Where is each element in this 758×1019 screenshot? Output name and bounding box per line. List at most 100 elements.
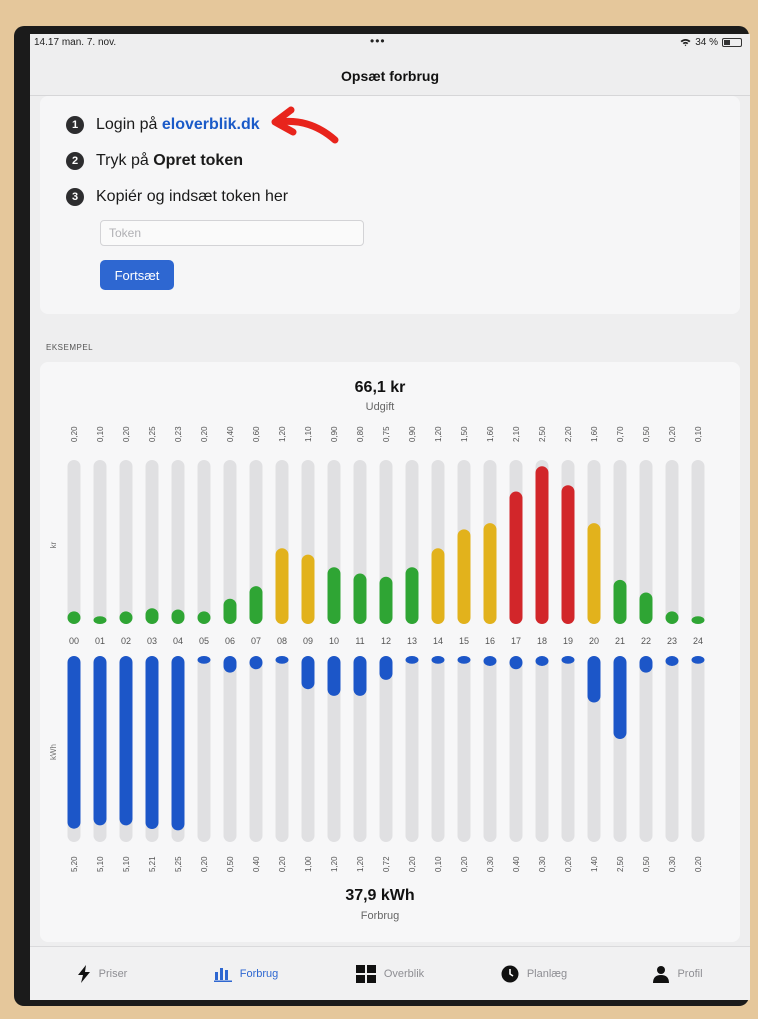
cost-value-label: 2,10 <box>512 426 521 442</box>
usage-bar-track <box>431 656 445 842</box>
cost-bar <box>197 611 211 624</box>
battery-icon <box>722 38 742 47</box>
usage-total: 37,9 kWh <box>345 887 414 904</box>
usage-value-label: 0,30 <box>486 856 495 872</box>
cost-value-label: 0,90 <box>408 426 417 442</box>
hour-label: 06 <box>225 636 235 646</box>
cost-value-label: 0,70 <box>616 426 625 442</box>
screen: 14.17 man. 7. nov. ••• 34 % Opsæt forbru… <box>30 34 750 1000</box>
usage-cost-chart: 66,1 kr Udgift kr kWh 00 0,20 5,20 01 0,10 5,… <box>49 379 705 922</box>
tab-profil[interactable]: Profil <box>606 947 750 1000</box>
cost-bar <box>223 598 237 624</box>
usage-value-label: 5,10 <box>122 856 131 872</box>
tab-forbrug[interactable]: Forbrug <box>174 947 318 1000</box>
hour-label: 00 <box>69 636 79 646</box>
usage-value-label: 0,20 <box>460 856 469 872</box>
usage-bar <box>613 656 627 740</box>
step-3: 3 Kopiér og indsæt token her <box>66 188 288 206</box>
usage-axis-label: kWh <box>49 744 58 760</box>
step-number: 3 <box>66 188 84 206</box>
step-text: Login på <box>96 116 162 133</box>
cost-value-label: 0,20 <box>122 426 131 442</box>
usage-value-label: 0,20 <box>278 856 287 872</box>
usage-bar <box>379 656 393 680</box>
usage-value-label: 5,20 <box>70 856 79 872</box>
cost-bar-track <box>145 460 159 624</box>
hour-label: 19 <box>563 636 573 646</box>
bolt-icon <box>77 964 91 983</box>
usage-bar <box>249 656 263 670</box>
cost-bar <box>327 567 341 624</box>
usage-value-label: 1,20 <box>356 856 365 872</box>
cost-value-label: 1,20 <box>278 426 287 442</box>
bar-chart-icon <box>213 966 232 982</box>
hour-label: 20 <box>589 636 599 646</box>
cost-bar-track <box>665 460 679 624</box>
cost-value-label: 0,90 <box>330 426 339 442</box>
tab-overblik[interactable]: Overblik <box>318 947 462 1000</box>
tab-priser[interactable]: Priser <box>30 947 174 1000</box>
hour-label: 16 <box>485 636 495 646</box>
cost-bar-track <box>93 460 107 624</box>
hour-label: 07 <box>251 636 261 646</box>
usage-value-label: 0,50 <box>226 856 235 872</box>
hour-label: 08 <box>277 636 287 646</box>
continue-button[interactable]: Fortsæt <box>100 260 174 290</box>
cost-bar <box>353 573 367 624</box>
tab-label: Overblik <box>383 967 425 980</box>
token-input[interactable] <box>100 220 364 246</box>
cost-bar <box>639 592 653 624</box>
usage-value-label: 0,10 <box>434 856 443 872</box>
multitask-dots[interactable]: ••• <box>370 34 386 48</box>
cost-bar <box>301 554 315 624</box>
usage-bar <box>405 656 419 664</box>
cost-bar <box>145 608 159 624</box>
usage-value-label: 5,10 <box>96 856 105 872</box>
usage-bar <box>509 656 523 670</box>
cost-caption: Udgift <box>366 401 395 413</box>
usage-bar-track <box>509 656 523 842</box>
hour-label: 12 <box>381 636 391 646</box>
clock-icon <box>501 965 519 983</box>
cost-bar <box>613 579 627 624</box>
tab-planlæg[interactable]: Planlæg <box>462 947 606 1000</box>
usage-value-label: 0,30 <box>538 856 547 872</box>
cost-bar-track <box>119 460 133 624</box>
usage-value-label: 1,40 <box>590 856 599 872</box>
usage-value-label: 0,20 <box>200 856 209 872</box>
usage-bar <box>275 656 289 664</box>
cost-bar <box>483 523 497 624</box>
usage-bar-track <box>379 656 393 842</box>
usage-bar-track <box>561 656 575 842</box>
hour-label: 03 <box>147 636 157 646</box>
usage-bar <box>665 656 679 666</box>
grid-icon <box>355 964 376 983</box>
cost-bar <box>93 616 107 624</box>
status-right: 34 % <box>680 37 742 48</box>
red-arrow-annotation <box>271 106 339 144</box>
step-2: 2 Tryk på Opret token <box>66 152 243 170</box>
cost-value-label: 0,75 <box>382 426 391 442</box>
hour-label: 11 <box>355 636 364 646</box>
cost-value-label: 0,20 <box>70 426 79 442</box>
cost-bar-track <box>197 460 211 624</box>
eloverblik-link[interactable]: eloverblik.dk <box>162 116 260 134</box>
usage-bar-track <box>665 656 679 842</box>
tab-label: Planlæg <box>526 967 568 980</box>
hour-label: 02 <box>121 636 131 646</box>
cost-value-label: 2,50 <box>538 426 547 442</box>
hour-label: 24 <box>693 636 703 646</box>
usage-value-label: 5,25 <box>174 856 183 872</box>
cost-bar <box>587 523 601 624</box>
tab-label: Forbrug <box>239 967 279 980</box>
cost-value-label: 0,40 <box>226 426 235 442</box>
cost-bar <box>249 586 263 624</box>
cost-value-label: 1,50 <box>460 426 469 442</box>
usage-bar-track <box>639 656 653 842</box>
usage-bar <box>327 656 341 696</box>
hour-label: 04 <box>173 636 183 646</box>
usage-value-label: 0,20 <box>408 856 417 872</box>
usage-bar-track <box>223 656 237 842</box>
usage-bar-track <box>535 656 549 842</box>
cost-axis-label: kr <box>49 541 58 548</box>
